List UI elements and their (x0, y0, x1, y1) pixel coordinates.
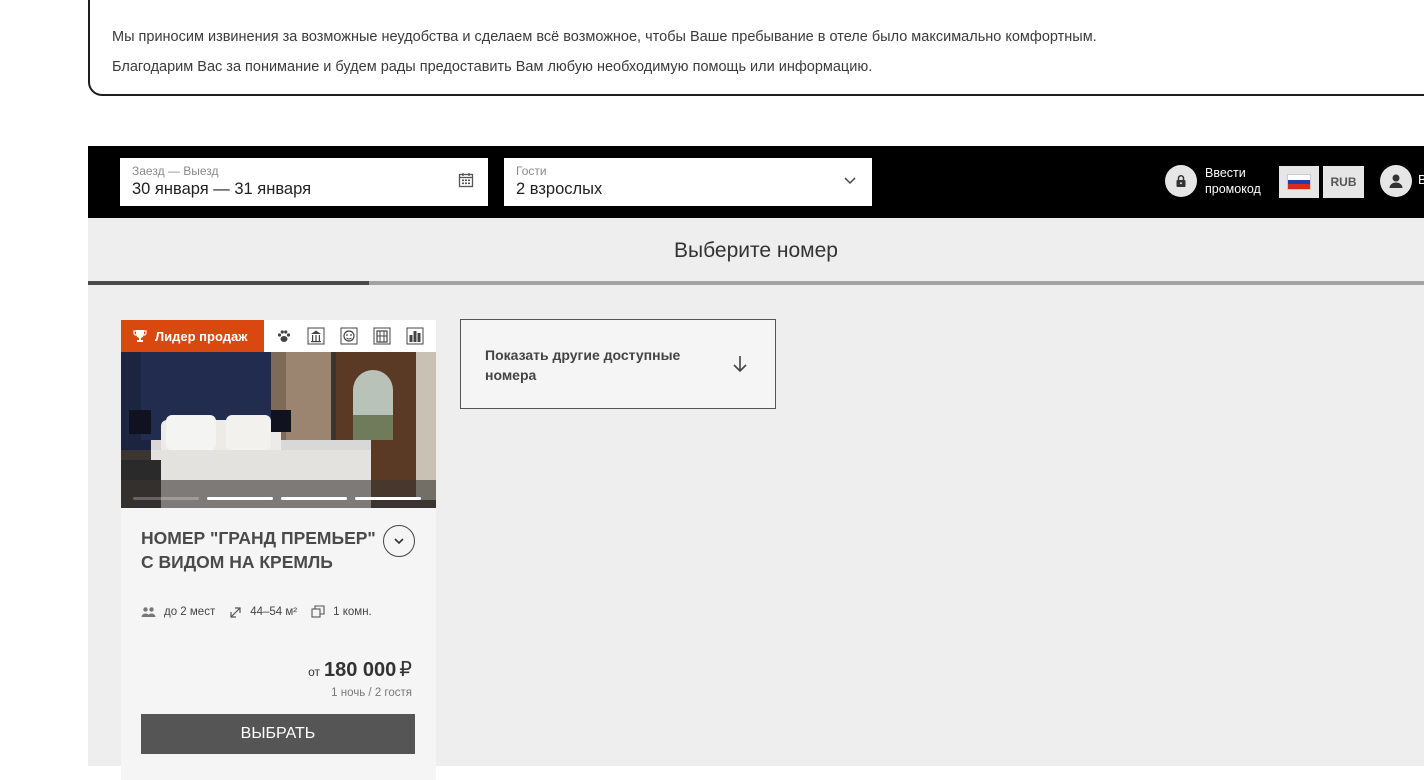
gallery-indicator (133, 497, 421, 500)
price-prefix: от (308, 665, 320, 679)
step-progress-fill (88, 281, 369, 285)
step-progress (88, 281, 1424, 285)
museum-icon (307, 327, 325, 345)
room-card: Лидер продаж НОМЕР "ГРАНД ПРЕМЬЕР" С ВИД… (121, 320, 436, 780)
chevron-down-icon (842, 172, 858, 193)
calendar-icon (458, 172, 474, 193)
notice-box: Мы приносим извинения за возможные неудо… (88, 0, 1424, 96)
amenities-bar (264, 320, 436, 352)
show-more-rooms-button[interactable]: Показать другие доступные номера (460, 319, 776, 409)
building-icon (373, 327, 391, 345)
capacity-feature: до 2 мест (141, 606, 215, 618)
resize-icon (230, 606, 241, 618)
capacity-text: до 2 мест (164, 606, 216, 618)
bestseller-label: Лидер продаж (155, 328, 248, 344)
expand-details-button[interactable] (383, 525, 415, 557)
russia-flag-icon (1287, 174, 1311, 190)
trophy-icon (133, 330, 147, 342)
dates-label: Заезд — Выезд (132, 164, 219, 178)
city-icon (406, 327, 424, 345)
user-icon[interactable] (1380, 165, 1412, 197)
search-bar: Заезд — Выезд 30 января — 31 января Гост… (88, 146, 1424, 218)
language-selector[interactable] (1279, 166, 1319, 198)
area-feature: 44–54 м² (229, 606, 297, 619)
gallery-dot[interactable] (355, 497, 421, 500)
chevron-down-icon (394, 538, 404, 545)
select-room-button[interactable]: ВЫБРАТЬ (141, 714, 415, 754)
notice-line-2: Благодарим Вас за понимание и будем рады… (112, 59, 873, 75)
room-price: от 180 000 ₽ (308, 657, 412, 682)
room-photo[interactable]: Лидер продаж (121, 320, 436, 508)
notice-line-1: Мы приносим извинения за возможные неудо… (112, 29, 1097, 45)
promo-label-line-2: промокод (1205, 182, 1261, 196)
area-text: 44–54 м² (250, 606, 298, 618)
user-label[interactable]: В (1418, 172, 1424, 187)
show-more-label: Показать другие доступные номера (485, 347, 681, 383)
gallery-dot[interactable] (281, 497, 347, 500)
guests-field[interactable]: Гости 2 взрослых (504, 158, 872, 206)
room-name[interactable]: НОМЕР "ГРАНД ПРЕМЬЕР" С ВИДОМ НА КРЕМЛЬ (141, 526, 381, 574)
gallery-dot[interactable] (133, 497, 199, 500)
promo-code-button[interactable]: Ввести промокод (1165, 165, 1261, 197)
price-currency: ₽ (399, 659, 412, 681)
currency-selector[interactable]: RUB (1323, 166, 1364, 198)
rooms-icon (311, 605, 325, 618)
rooms-feature: 1 комн. (311, 605, 372, 619)
guests-value: 2 взрослых (516, 180, 603, 198)
dates-field[interactable]: Заезд — Выезд 30 января — 31 января (120, 158, 488, 206)
lock-icon (1165, 165, 1197, 197)
room-selection: Выберите номер Лидер продаж НОМЕР "ГРАНД… (88, 218, 1424, 780)
page-title: Выберите номер (674, 239, 838, 262)
price-note: 1 ночь / 2 гостя (331, 687, 412, 699)
price-value: 180 000 (323, 659, 397, 681)
people-icon (141, 607, 156, 617)
promo-label-line-1: Ввести (1205, 166, 1246, 180)
rooms-text: 1 комн. (333, 606, 372, 618)
theater-icon (340, 327, 358, 345)
room-features: до 2 мест 44–54 м² 1 комн. (141, 605, 386, 619)
arrow-down-icon (733, 356, 747, 373)
bestseller-badge: Лидер продаж (121, 320, 264, 352)
dates-value: 30 января — 31 января (132, 180, 312, 198)
promo-label: Ввести промокод (1205, 165, 1261, 197)
guests-label: Гости (516, 164, 547, 178)
paw-icon (277, 330, 290, 342)
gallery-dot[interactable] (207, 497, 273, 500)
